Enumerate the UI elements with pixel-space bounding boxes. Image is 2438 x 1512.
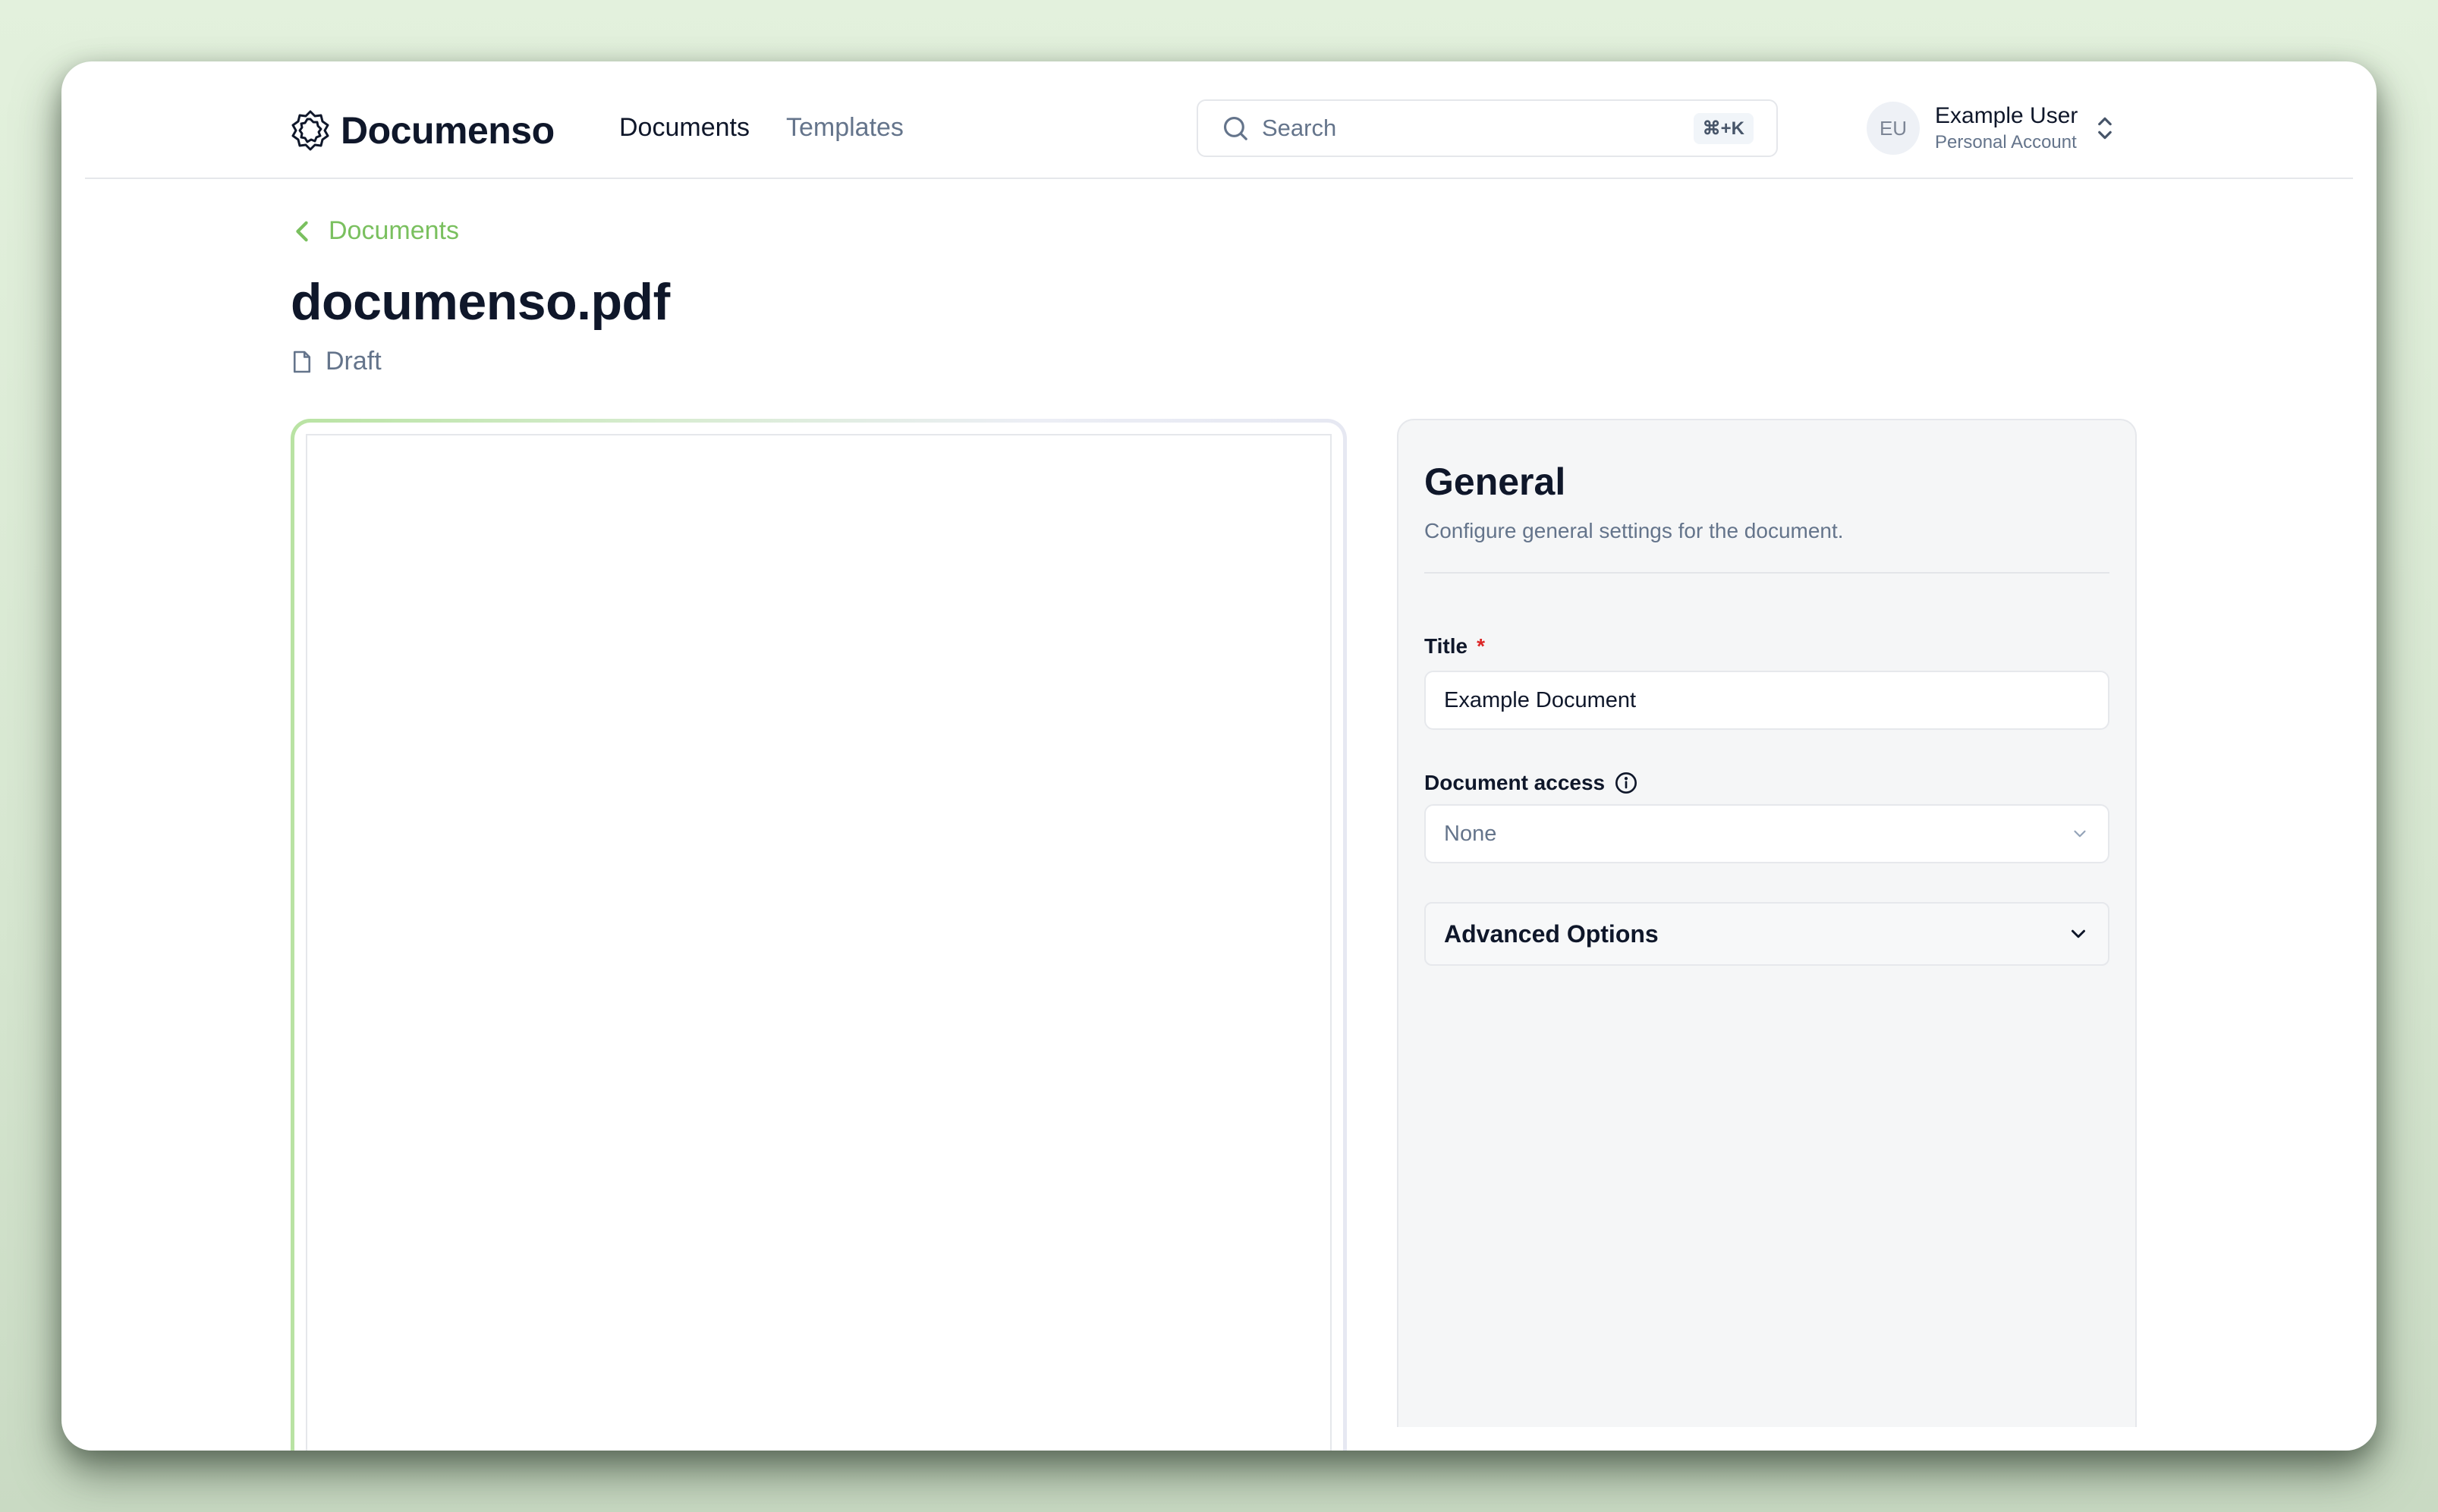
user-menu-trigger[interactable]: EU Example User Personal Account (1867, 99, 2116, 157)
document-access-label: Document access (1424, 771, 1638, 795)
settings-panel: General Configure general settings for t… (1397, 419, 2137, 1427)
brand-name: Documenso (341, 109, 555, 152)
title-input-value: Example Document (1444, 687, 1637, 712)
file-icon (293, 350, 311, 372)
pdf-viewer[interactable] (291, 419, 1347, 1451)
required-mark: * (1477, 634, 1485, 658)
search-shortcut-badge: ⌘+K (1693, 112, 1754, 144)
document-access-select[interactable]: None (1424, 804, 2109, 863)
panel-title: General (1424, 461, 1566, 503)
info-icon[interactable] (1614, 771, 1638, 795)
avatar: EU (1867, 102, 1920, 155)
pdf-page[interactable] (306, 434, 1332, 1451)
back-link-label: Documents (329, 216, 459, 245)
page-title: documenso.pdf (291, 273, 670, 331)
search-icon (1223, 116, 1247, 140)
status-badge: Draft (292, 347, 382, 376)
app-window: Documenso Documents Templates Search ⌘+K… (61, 61, 2377, 1451)
chevrons-up-down-icon (2098, 117, 2112, 140)
title-label-text: Title (1424, 634, 1468, 658)
search-input[interactable]: Search ⌘+K (1197, 99, 1778, 157)
status-text: Draft (326, 347, 382, 376)
main-nav: Documents Templates (619, 113, 904, 143)
title-input[interactable]: Example Document (1424, 671, 2109, 730)
user-name: Example User (1935, 103, 2078, 128)
document-access-label-text: Document access (1424, 771, 1606, 794)
search-placeholder: Search (1262, 115, 1337, 141)
brand-logo[interactable]: Documenso (291, 108, 555, 152)
nav-item-templates[interactable]: Templates (786, 113, 904, 143)
chevron-left-icon (296, 221, 308, 241)
documenso-logo-icon (291, 110, 329, 151)
nav-item-documents[interactable]: Documents (619, 113, 750, 143)
panel-divider (1424, 572, 2109, 574)
document-access-value: None (1444, 821, 1497, 846)
chevron-down-icon (2072, 929, 2085, 938)
title-field-label: Title * (1424, 634, 1485, 659)
chevron-down-icon (2074, 830, 2086, 838)
back-to-documents-link[interactable]: Documents (292, 216, 459, 246)
account-type: Personal Account (1935, 132, 2077, 152)
panel-description: Configure general settings for the docum… (1424, 519, 1844, 542)
advanced-options-accordion[interactable]: Advanced Options (1424, 902, 2109, 966)
header-divider (85, 178, 2353, 179)
advanced-options-label: Advanced Options (1444, 919, 1659, 948)
